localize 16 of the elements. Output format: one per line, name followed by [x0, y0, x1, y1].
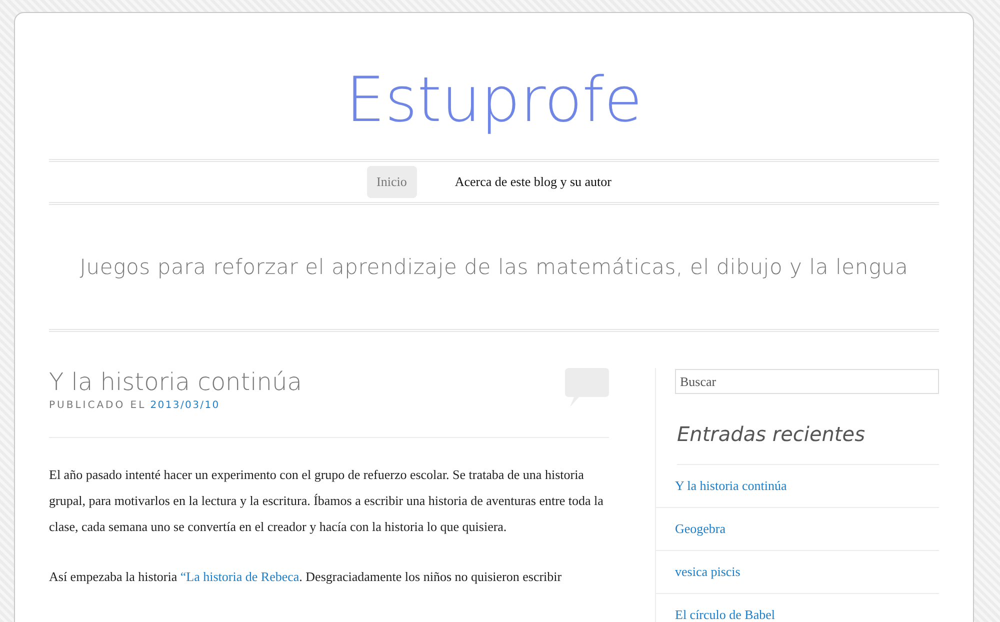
post-title[interactable]: Y la historia continúa — [49, 368, 302, 396]
recent-post-link[interactable]: El círculo de Babel — [675, 607, 775, 622]
post-paragraph: El año pasado intenté hacer un experimento con el grupo de refuerzo escolar. Se trataba de una historia grupal, para motivarlos en la lectura y la escritura. Íbamos a escribir una historia de aventuras entre toda la clase, cada semana uno se convertía en el creador y hacía con la historia lo que quisiera. — [49, 466, 604, 536]
post-date-link[interactable]: 2013/03/10 — [150, 400, 220, 411]
nav-link[interactable]: Inicio — [366, 166, 417, 198]
story-link[interactable]: “La historia de Rebeca — [180, 569, 300, 584]
recent-post-link[interactable]: Y la historia continúa — [675, 478, 787, 493]
widget-heading: Entradas recientes — [677, 422, 939, 465]
site-tagline: Juegos para reforzar el aprendizaje de las matemáticas, el dibujo y la lengua — [49, 205, 939, 332]
recent-post-link[interactable]: Geogebra — [675, 521, 726, 536]
recent-post-link[interactable]: vesica piscis — [675, 564, 740, 579]
published-label: PUBLICADO EL — [49, 400, 146, 411]
nav-link[interactable]: Acerca de este blog y su autor — [444, 166, 622, 198]
post-paragraph: Así empezaba la historia “La historia de Rebeca. Desgraciadamente los niños no quisieron escribir — [49, 568, 563, 586]
site-title[interactable]: Estuprofe — [346, 65, 642, 135]
search-field[interactable]: Buscar — [675, 369, 939, 394]
